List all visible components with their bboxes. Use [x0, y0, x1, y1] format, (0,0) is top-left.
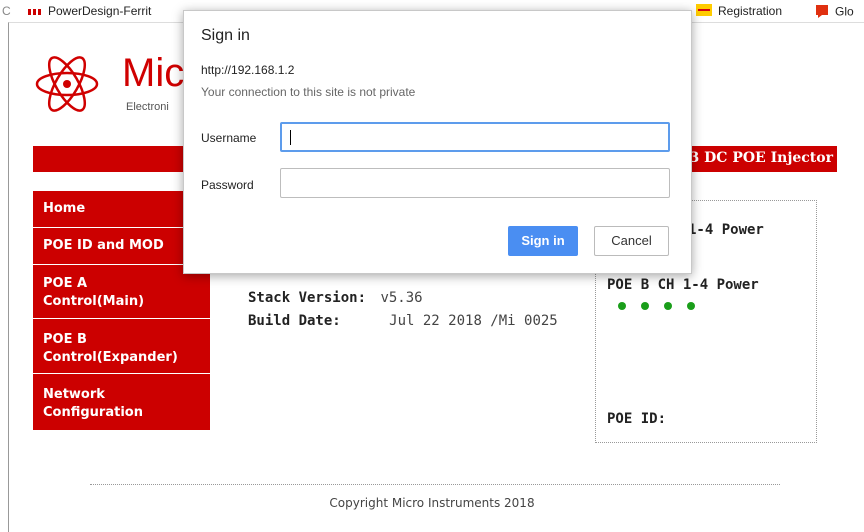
bookmark-glo[interactable]: Glo — [815, 4, 854, 21]
bookmark-label: PowerDesign-Ferrit — [48, 4, 152, 18]
poe-a-power-label: 1-4 Power — [688, 222, 764, 238]
banner-text: 3 DC POE Injector — [689, 150, 833, 166]
password-input[interactable] — [280, 168, 670, 198]
sign-in-dialog: Sign in http://192.168.1.2 Your connecti… — [183, 10, 692, 274]
username-label: Username — [201, 131, 257, 145]
powerdesign-icon — [28, 5, 42, 19]
poe-b-ch4-indicator — [687, 302, 695, 310]
build-date-row: Build Date: Jul 22 2018 /Mi 0025 — [248, 313, 558, 329]
dialog-url: http://192.168.1.2 — [201, 63, 295, 77]
bookmark-label: Registration — [718, 4, 783, 18]
password-label: Password — [201, 178, 254, 192]
nav-network-config[interactable]: Network Configuration — [33, 374, 210, 430]
cancel-button[interactable]: Cancel — [594, 226, 669, 256]
nav-label: POE A — [43, 276, 88, 291]
username-input[interactable] — [280, 122, 670, 152]
poe-b-ch2-indicator — [641, 302, 649, 310]
poe-id-label: POE ID: — [607, 411, 667, 427]
atom-logo-icon — [35, 56, 99, 112]
dialog-warning: Your connection to this site is not priv… — [201, 85, 416, 99]
logo: Micr Electroni — [30, 48, 198, 128]
poe-b-ch3-indicator — [664, 302, 672, 310]
dialog-title: Sign in — [201, 27, 250, 44]
logo-subtext: Electroni — [126, 101, 169, 113]
poe-b-ch1-indicator — [618, 302, 626, 310]
bookmark-partial[interactable]: C — [2, 4, 11, 18]
bookmark-label: Glo — [835, 4, 854, 19]
footer-divider — [90, 484, 780, 485]
poe-b-power-label: POE B CH 1-4 Power — [607, 277, 759, 293]
nav-label: POE B — [43, 332, 87, 347]
bookmark-powerdesign[interactable]: PowerDesign-Ferrit — [28, 4, 151, 19]
sign-in-button[interactable]: Sign in — [508, 226, 578, 256]
dhl-icon — [696, 4, 712, 19]
stack-version-row: Stack Version: v5.36 — [248, 290, 423, 306]
build-date-value: Jul 22 2018 /Mi 0025 — [389, 313, 558, 329]
nav-label: Home — [43, 201, 86, 216]
nav-label: Configuration — [43, 405, 143, 420]
stack-version-label: Stack Version: — [248, 290, 367, 306]
nav-label: Control(Expander) — [43, 350, 178, 365]
nav-label: POE ID and MOD — [43, 238, 164, 253]
red-flag-icon — [815, 4, 829, 21]
text-caret — [290, 130, 291, 145]
build-date-label: Build Date: — [248, 313, 341, 329]
stack-version-value: v5.36 — [380, 290, 423, 306]
nav-label: Network — [43, 387, 105, 402]
footer-copyright: Copyright Micro Instruments 2018 — [329, 496, 535, 510]
nav-label: Control(Main) — [43, 294, 145, 309]
bookmark-registration[interactable]: Registration — [696, 4, 782, 19]
nav-poe-b-control[interactable]: POE B Control(Expander) — [33, 319, 210, 373]
